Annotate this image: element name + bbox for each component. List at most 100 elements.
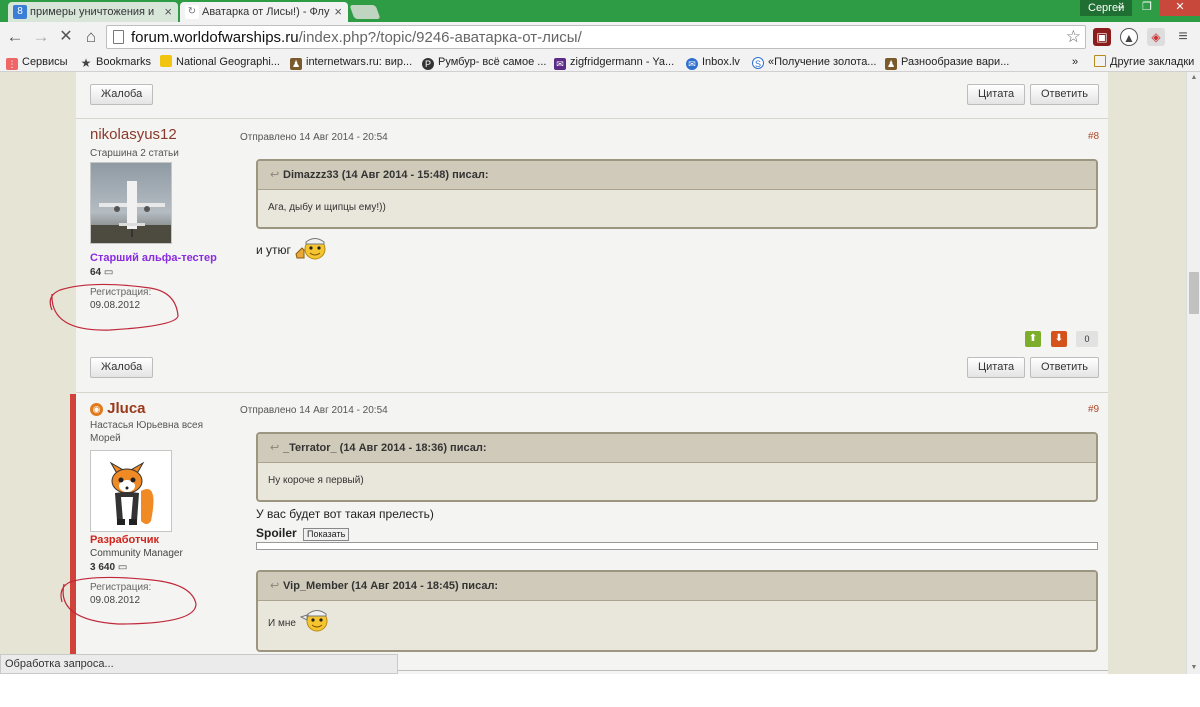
- loading-favicon-icon: ↻: [185, 5, 199, 19]
- author-name: Jluca: [107, 400, 146, 417]
- reg-label: Регистрация:: [90, 582, 152, 593]
- bookmark-item[interactable]: National Geographi...: [160, 54, 280, 70]
- bookmark-other[interactable]: Другие закладки: [1094, 54, 1194, 70]
- stop-loading-icon[interactable]: ✕: [55, 26, 77, 48]
- post-body-text: У вас будет вот такая прелесть): [256, 507, 434, 521]
- page-icon: [113, 30, 124, 44]
- bookmark-star-icon[interactable]: ☆: [1066, 26, 1081, 48]
- browser-toolbar: ← → ✕ ⌂ forum.worldofwarships.ru/index.p…: [0, 22, 1200, 52]
- spoiler-show-button[interactable]: Показать: [303, 528, 350, 541]
- user-role: Community Manager: [90, 548, 183, 559]
- tab-label: примеры уничтожения и: [30, 6, 155, 18]
- bookmark-item[interactable]: S «Получение золота...: [752, 54, 876, 70]
- extension-shield-icon[interactable]: ◈: [1147, 28, 1165, 46]
- bookmark-label: Сервисы: [22, 56, 68, 68]
- quote-block: ↩ Vip_Member (14 Авг 2014 - 18:45) писал:…: [256, 570, 1098, 652]
- post-body: и утюг: [256, 236, 326, 260]
- post-author-link[interactable]: nikolasyus12: [90, 126, 177, 143]
- quote-block: ↩ Dimazzz33 (14 Авг 2014 - 15:48) писал: …: [256, 159, 1098, 229]
- mail-icon: ✉: [554, 58, 566, 70]
- user-rank-title: Настасья Юрьевна всея Морей: [90, 420, 204, 444]
- window-controls: – ❐ ✕: [1108, 0, 1200, 16]
- extension-triangle-icon[interactable]: ▲: [1120, 28, 1138, 46]
- skype-icon: S: [752, 57, 764, 69]
- reg-date: 09.08.2012: [90, 300, 141, 311]
- post-number-link[interactable]: #8: [1088, 131, 1099, 142]
- extension-red-icon[interactable]: ▣: [1093, 28, 1111, 46]
- user-group: Разработчик: [90, 534, 160, 546]
- tab-search[interactable]: 8 примеры уничтожения и ×: [8, 2, 178, 22]
- page-scrollbar[interactable]: ▲ ▼: [1186, 72, 1200, 674]
- status-bar: Обработка запроса...: [0, 654, 398, 674]
- scroll-up-icon[interactable]: ▲: [1187, 72, 1200, 84]
- natgeo-icon: [160, 55, 172, 67]
- post-count-value: 3 640: [90, 562, 116, 573]
- bookmark-label: internetwars.ru: вир...: [306, 56, 413, 68]
- browser-titlebar: 8 примеры уничтожения и × ↻ Аватарка от …: [0, 0, 1200, 22]
- fox-avatar-image: [91, 451, 171, 531]
- staff-badge-icon: ◉: [90, 403, 103, 416]
- report-button[interactable]: Жалоба: [90, 357, 154, 378]
- bookmark-item[interactable]: ♟ internetwars.ru: вир...: [290, 54, 412, 70]
- url-path: /index.php?/topic/9246-аватарка-от-лисы/: [298, 29, 582, 46]
- quote-button[interactable]: Цитата: [967, 357, 1026, 378]
- bookmarks-more-icon[interactable]: »: [1072, 54, 1078, 70]
- address-bar[interactable]: forum.worldofwarships.ru/index.php?/topi…: [106, 25, 1086, 49]
- bookmark-label: Разнообразие вари...: [901, 56, 1010, 68]
- quote-block: ↩ _Terrator_ (14 Авг 2014 - 18:36) писал:…: [256, 432, 1098, 502]
- close-icon[interactable]: ×: [334, 2, 342, 22]
- back-arrow-icon[interactable]: ←: [4, 26, 26, 48]
- desktop-area: [0, 674, 1200, 707]
- bookmark-apps[interactable]: ⋮ Сервисы: [6, 54, 68, 70]
- post-count-value: 64: [90, 267, 102, 278]
- bookmark-item[interactable]: ✉ Inbox.lv: [686, 54, 740, 70]
- url-text[interactable]: forum.worldofwarships.ru/index.php?/topi…: [131, 28, 582, 47]
- post-author-link[interactable]: ◉ Jluca: [90, 400, 146, 417]
- reply-button[interactable]: Ответить: [1030, 357, 1100, 378]
- user-group: Старший альфа-тестер: [90, 252, 217, 264]
- bookmark-item[interactable]: ♟ Разнообразие вари...: [885, 54, 1009, 70]
- home-icon[interactable]: ⌂: [80, 26, 102, 48]
- bookmark-item[interactable]: ✉ zigfridgermann - Ya...: [554, 54, 674, 70]
- vote-down-icon[interactable]: ⬇: [1051, 331, 1067, 347]
- scroll-down-icon[interactable]: ▼: [1187, 662, 1200, 674]
- reg-date: 09.08.2012: [90, 595, 141, 606]
- quote-arrow-icon: ↩: [270, 169, 280, 181]
- bookmark-item[interactable]: ★ Bookmarks: [80, 54, 151, 70]
- quote-button[interactable]: Цитата: [967, 84, 1026, 105]
- user-avatar[interactable]: [90, 162, 172, 244]
- tab-forum[interactable]: ↻ Аватарка от Лисы!) - Флу ×: [180, 2, 348, 22]
- post-number-link[interactable]: #9: [1088, 404, 1099, 415]
- quote-arrow-icon: ↩: [270, 442, 280, 454]
- user-post-count: 3 640 ▭: [90, 562, 127, 573]
- quote-header: ↩ Vip_Member (14 Авг 2014 - 18:45) писал:: [258, 572, 1096, 601]
- comment-bubble-icon: ▭: [117, 562, 128, 573]
- minimize-icon[interactable]: –: [1108, 0, 1134, 16]
- bookmark-item[interactable]: P Румбур- всё самое ...: [422, 54, 546, 70]
- new-tab-button[interactable]: [349, 5, 381, 19]
- forward-arrow-icon[interactable]: →: [30, 26, 52, 48]
- post-timestamp: Отправлено 14 Авг 2014 - 20:54: [240, 132, 388, 143]
- close-icon[interactable]: ×: [164, 2, 172, 22]
- quote-body: Ага, дыбу и щипцы ему!)): [268, 202, 386, 213]
- report-button[interactable]: Жалоба: [90, 84, 154, 105]
- post-body-text: и утюг: [256, 243, 291, 257]
- quote-body: Ну короче я первый): [268, 475, 364, 486]
- tab-label: Аватарка от Лисы!) - Флу: [202, 6, 330, 18]
- bookmark-label: Румбур- всё самое ...: [438, 56, 547, 68]
- window-close-icon[interactable]: ✕: [1160, 0, 1200, 16]
- user-avatar[interactable]: [90, 450, 172, 532]
- quote-header-text: Vip_Member (14 Авг 2014 - 18:45) писал:: [283, 580, 499, 592]
- maximize-icon[interactable]: ❐: [1134, 0, 1160, 16]
- quote-header: ↩ _Terrator_ (14 Авг 2014 - 18:36) писал:: [258, 434, 1096, 463]
- post-divider: [76, 118, 1108, 119]
- envelope-icon: ✉: [686, 58, 698, 70]
- vote-up-icon[interactable]: ⬆: [1025, 331, 1041, 347]
- scroll-thumb[interactable]: [1189, 272, 1199, 314]
- soldier-icon: ♟: [290, 58, 302, 70]
- menu-hamburger-icon[interactable]: ≡: [1174, 28, 1192, 46]
- bookmark-label: Bookmarks: [96, 56, 152, 68]
- reply-button[interactable]: Ответить: [1030, 84, 1100, 105]
- apps-grid-icon: ⋮: [6, 58, 18, 70]
- quote-body: И мне: [258, 601, 1096, 647]
